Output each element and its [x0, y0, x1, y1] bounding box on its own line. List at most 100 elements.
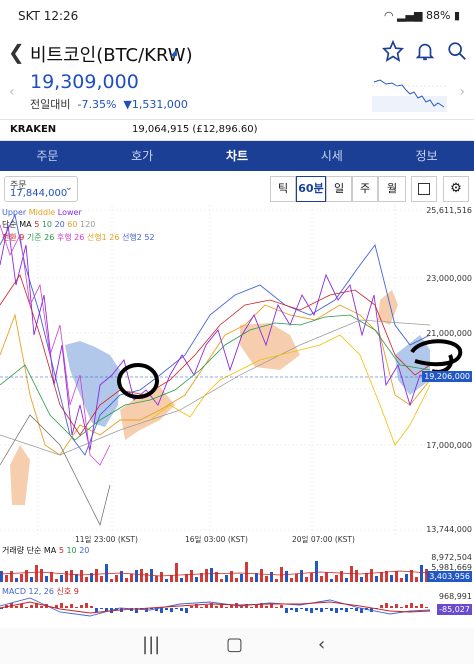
- volume-bar: [225, 575, 228, 582]
- volume-bar: [135, 570, 138, 582]
- volume-bar: [330, 579, 333, 582]
- volume-bar: [245, 562, 248, 582]
- volume-bar: [55, 579, 58, 582]
- chart-type-toggle[interactable]: [411, 176, 437, 202]
- tab-orderbook[interactable]: 호가: [95, 141, 190, 171]
- exchange-name: KRAKEN: [10, 124, 57, 135]
- back-arrow-icon[interactable]: ❮: [8, 40, 25, 64]
- volume-bar: [75, 574, 78, 582]
- volume-bar: [240, 574, 243, 582]
- volume-bar: [180, 578, 183, 582]
- prev-coin-icon[interactable]: ‹: [9, 84, 15, 100]
- settings-button[interactable]: ⚙: [443, 176, 469, 202]
- order-price-select[interactable]: 주문 17,844,000 ⌄: [4, 176, 78, 202]
- caret-down-icon[interactable]: ◢: [170, 48, 177, 58]
- macd-bar: [255, 605, 258, 608]
- period-month[interactable]: 월: [378, 176, 406, 202]
- down-triangle-icon: ▼: [123, 98, 132, 111]
- tab-order[interactable]: 주문: [0, 141, 95, 171]
- volume-legend: 거래량 단순 MA 5 10 20: [2, 545, 89, 557]
- volume-bar: [70, 570, 73, 582]
- macd-bar: [225, 607, 228, 608]
- volume-bar: [420, 565, 423, 582]
- legend-conversion: 전환 9: [2, 233, 25, 242]
- recent-apps-icon[interactable]: |||: [142, 634, 160, 655]
- legend-leading2: 선행2 52: [122, 233, 155, 242]
- volume-bar: [220, 579, 223, 582]
- macd-bar: [385, 603, 388, 608]
- macd-bar: [335, 608, 338, 613]
- volume-bar: [365, 573, 368, 582]
- macd-current-tag: -85,027: [437, 604, 472, 615]
- macd-bar: [345, 608, 348, 612]
- gear-icon: ⚙: [450, 181, 462, 196]
- page-title[interactable]: 비트코인(BTC/KRW): [30, 41, 193, 67]
- volume-bar: [305, 577, 308, 582]
- macd-bar: [310, 608, 313, 613]
- tab-chart[interactable]: 차트: [190, 141, 285, 171]
- volume-bar: [360, 577, 363, 582]
- next-coin-icon[interactable]: ›: [459, 84, 465, 100]
- mini-sparkline: [372, 79, 447, 112]
- volume-bar: [200, 573, 203, 582]
- volume-bar: [120, 571, 123, 582]
- macd-bar: [80, 605, 83, 608]
- period-day[interactable]: 일: [326, 176, 352, 202]
- volume-bar: [190, 570, 193, 582]
- home-icon[interactable]: ▢: [226, 634, 243, 655]
- period-week[interactable]: 주: [352, 176, 378, 202]
- tab-quotes[interactable]: 시세: [284, 141, 379, 171]
- macd-legend: MACD 12, 26 신호 9: [2, 586, 79, 598]
- volume-bar: [130, 574, 133, 582]
- volume-bar: [30, 577, 33, 582]
- star-icon[interactable]: [382, 40, 404, 62]
- change-label: 전일대비: [30, 98, 71, 111]
- volume-bar: [60, 575, 63, 582]
- macd-bar: [160, 608, 163, 613]
- signal-icon: ▂▄▆: [397, 9, 423, 22]
- back-icon[interactable]: ‹: [318, 634, 325, 655]
- volume-bar: [125, 578, 128, 582]
- price-chart[interactable]: Upper Middle Lower 단순 MA 5 10 20 60 120 …: [0, 205, 474, 544]
- wifi-icon: ◠: [383, 9, 394, 22]
- volume-bar: [265, 576, 268, 582]
- volume-bar: [195, 577, 198, 582]
- volume-bar: [270, 572, 273, 582]
- volume-panel[interactable]: 거래량 단순 MA 5 10 20 8,972,504 5,981,669 3,…: [0, 544, 474, 584]
- legend-ma-label: 단순 MA: [2, 220, 32, 229]
- volume-bar: [275, 579, 278, 582]
- volume-bar: [110, 579, 113, 582]
- volume-bar: [415, 577, 418, 582]
- period-tick[interactable]: 틱: [270, 176, 296, 202]
- macd-bar: [300, 608, 303, 609]
- volume-bar: [285, 571, 288, 582]
- volume-bar: [85, 577, 88, 582]
- volume-bar: [355, 570, 358, 582]
- volume-bar: [375, 576, 378, 582]
- volume-bar: [0, 571, 3, 582]
- bell-icon[interactable]: [414, 40, 436, 62]
- price-panel: ‹ 19,309,000 전일대비 -7.35% ▼1,531,000 ›: [0, 70, 474, 118]
- chart-canvas: [0, 205, 463, 535]
- volume-bar: [230, 571, 233, 582]
- macd-bar: [280, 605, 283, 608]
- period-60min[interactable]: 60분: [296, 176, 326, 202]
- macd-bar: [170, 608, 173, 612]
- legend-volume-label: 거래량 단순 MA: [2, 546, 57, 555]
- tab-info[interactable]: 정보: [379, 141, 474, 171]
- macd-bar: [165, 608, 168, 610]
- volume-bar: [165, 579, 168, 582]
- volume-bar: [100, 576, 103, 582]
- macd-bar: [25, 607, 28, 608]
- macd-bar: [60, 603, 63, 608]
- volume-bar: [15, 578, 18, 582]
- legend-leading1: 선행1 26: [86, 233, 120, 242]
- app-header: ❮ 비트코인(BTC/KRW) ◢: [0, 36, 474, 68]
- macd-panel[interactable]: MACD 12, 26 신호 9 968,991 -85,027: [0, 586, 474, 622]
- volume-bar: [345, 578, 348, 582]
- volume-bar: [205, 569, 208, 582]
- macd-bar: [90, 606, 93, 608]
- volume-bar: [370, 569, 373, 582]
- search-icon[interactable]: [446, 40, 468, 62]
- y-tick: 17,000,000: [426, 441, 472, 450]
